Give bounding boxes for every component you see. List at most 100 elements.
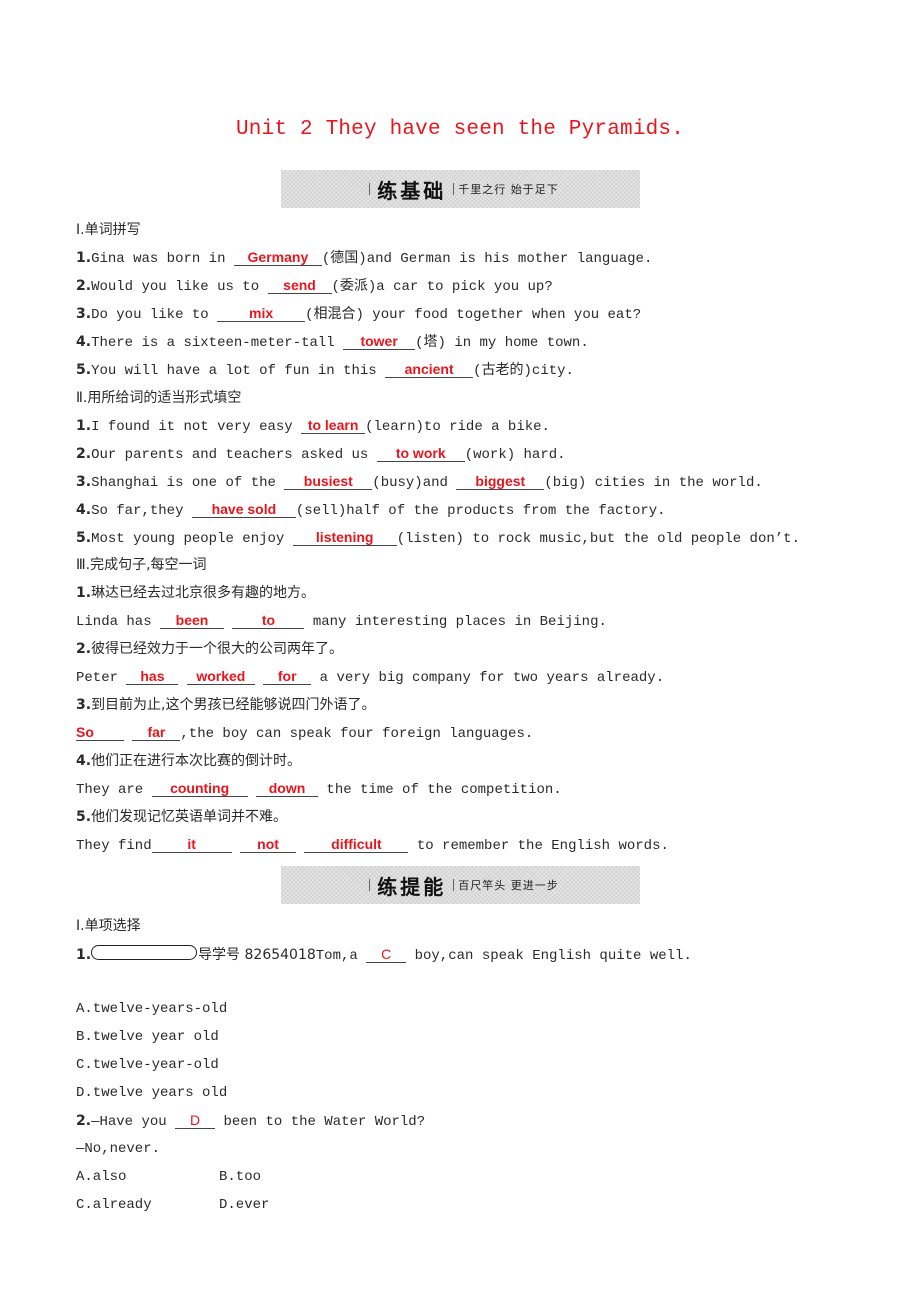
dialogue-reply: —No,never.: [76, 1141, 161, 1157]
section-heading: Ⅰ.单项选择: [76, 918, 141, 934]
option: B.too: [219, 1169, 262, 1185]
question-text: 琳达已经去过北京很多有趣的地方。: [91, 585, 316, 601]
question-text: boy,can speak English quite well.: [406, 948, 692, 964]
answer-blank: been: [160, 612, 225, 629]
question-text: I found it not very easy: [91, 419, 302, 435]
question-number: 4.: [76, 502, 92, 518]
question-text: many interesting places in Beijing.: [304, 614, 607, 630]
question-chinese: 5.他们发现记忆英语单词并不难。: [76, 808, 287, 826]
question: 1.Gina was born in Germany (德国)and German…: [76, 249, 652, 268]
answer-blank: to: [232, 612, 305, 629]
answer-blank: far: [132, 724, 181, 741]
question-number: 4.: [76, 753, 92, 769]
answer-blank: send: [267, 277, 332, 294]
question: 2.—Have you D been to the Water World?: [76, 1112, 425, 1131]
banner-divider: [453, 183, 455, 195]
answer-blank: So: [76, 724, 124, 741]
answer-blank: mix: [217, 305, 306, 322]
answer-blank: to learn: [301, 417, 366, 434]
question-text: (work) hard.: [464, 447, 566, 463]
banner-subtitle: 千里之行 始于足下: [458, 183, 559, 196]
question-number: 3.: [76, 474, 92, 490]
question-number: 4.: [76, 334, 92, 350]
guide-number-badge-icon: [91, 945, 198, 960]
option: C.twelve-year-old: [76, 1057, 219, 1073]
question-text: 到目前为止,这个男孩已经能够说四门外语了。: [91, 697, 376, 713]
question-number: 2.: [76, 641, 92, 657]
banner-title: 练基础: [377, 178, 447, 203]
section-banner-advanced: 练提能 百尺竿头 更进一步: [281, 866, 640, 904]
question-text: ,the boy can speak four foreign language…: [180, 726, 534, 742]
question-number: 2.: [76, 1113, 92, 1129]
question: 1. 导学号 82654018Tom,a C boy,can speak Engl…: [76, 945, 692, 965]
question-english: So far ,the boy can speak four foreign la…: [76, 724, 533, 743]
question-text: a very big company for two years already…: [311, 670, 665, 686]
question-text: Our parents and teachers asked us: [91, 447, 377, 463]
question: 3.Shanghai is one of the busiest (busy)an…: [76, 473, 763, 492]
question-text: (sell)half of the products from the fact…: [295, 503, 666, 519]
question-text: (相混合) your food together when you eat?: [305, 307, 642, 323]
question-text: They find: [76, 838, 152, 854]
banner-subtitle: 百尺竿头 更进一步: [458, 879, 559, 892]
question-number: 3.: [76, 697, 92, 713]
question-text: 他们发现记忆英语单词并不难。: [91, 809, 288, 825]
question-number: 5.: [76, 362, 92, 378]
answer-blank: it: [151, 836, 232, 853]
answer-blank: down: [256, 780, 319, 797]
answer-blank: ancient: [385, 361, 474, 378]
question-number: 3.: [76, 306, 92, 322]
question-number: 1.: [76, 947, 92, 963]
question-text: (learn)to ride a bike.: [365, 419, 550, 435]
question-text: the time of the competition.: [318, 782, 562, 798]
question-text: 彼得已经效力于一个很大的公司两年了。: [91, 641, 344, 657]
section-heading: Ⅲ.完成句子,每空一词: [76, 557, 207, 573]
question-text: (古老的)city.: [473, 363, 574, 379]
answer-blank: busiest: [284, 473, 373, 490]
question: 4.There is a sixteen-meter-tall tower (塔)…: [76, 333, 589, 352]
question-english: Peter has worked for a very big company …: [76, 668, 664, 687]
answer-blank: have sold: [191, 501, 296, 518]
answer-blank: not: [240, 836, 297, 853]
page-title: Unit 2 They have seen the Pyramids.: [235, 118, 685, 141]
banner-divider: [369, 183, 371, 195]
banner-divider: [369, 879, 371, 891]
question-chinese: 1.琳达已经去过北京很多有趣的地方。: [76, 584, 315, 602]
option: D.ever: [219, 1197, 270, 1213]
section-banner-basic: 练基础 千里之行 始于足下: [281, 170, 640, 208]
question-number: 2.: [76, 278, 92, 294]
question-text: (big) cities in the world.: [544, 475, 763, 491]
question-text: Shanghai is one of the: [91, 475, 285, 491]
question-number: 1.: [76, 250, 92, 266]
question-english: They are counting down the time of the c…: [76, 780, 562, 799]
answer-blank: D: [175, 1112, 216, 1129]
answer-blank: Germany: [233, 249, 322, 266]
question-text: (塔) in my home town.: [415, 335, 589, 351]
question-text: to remember the English words.: [408, 838, 669, 854]
answer-blank: has: [126, 668, 179, 685]
question-text: Gina was born in: [91, 251, 234, 267]
question-chinese: 2.彼得已经效力于一个很大的公司两年了。: [76, 640, 343, 658]
option: A.twelve-years-old: [76, 1001, 228, 1017]
question-number: 1.: [76, 585, 92, 601]
answer-blank: for: [263, 668, 312, 685]
question-text: (listen) to rock music,but the old peopl…: [396, 531, 800, 547]
option: D.twelve years old: [76, 1085, 228, 1101]
question: 4.So far,they have sold (sell)half of the…: [76, 501, 666, 520]
question-number: 1.: [76, 418, 92, 434]
question-text: Would you like us to: [91, 279, 268, 295]
question-text: Do you like to: [91, 307, 218, 323]
banner-title: 练提能: [377, 874, 447, 899]
question-english: They find it not difficult to remember th…: [76, 836, 669, 855]
question-text: Linda has: [76, 614, 161, 630]
question-text: So far,they: [91, 503, 192, 519]
answer-blank: listening: [292, 529, 397, 546]
guide-number: 导学号 82654018: [198, 947, 316, 963]
question-text: been to the Water World?: [215, 1114, 426, 1130]
answer-blank: tower: [343, 333, 416, 350]
question-number: 5.: [76, 809, 92, 825]
option: C.already: [76, 1197, 152, 1213]
question-text: 他们正在进行本次比赛的倒计时。: [91, 753, 302, 769]
question-text: There is a sixteen-meter-tall: [91, 335, 344, 351]
banner-divider: [453, 879, 455, 891]
question: 5.You will have a lot of fun in this anc…: [76, 361, 574, 380]
